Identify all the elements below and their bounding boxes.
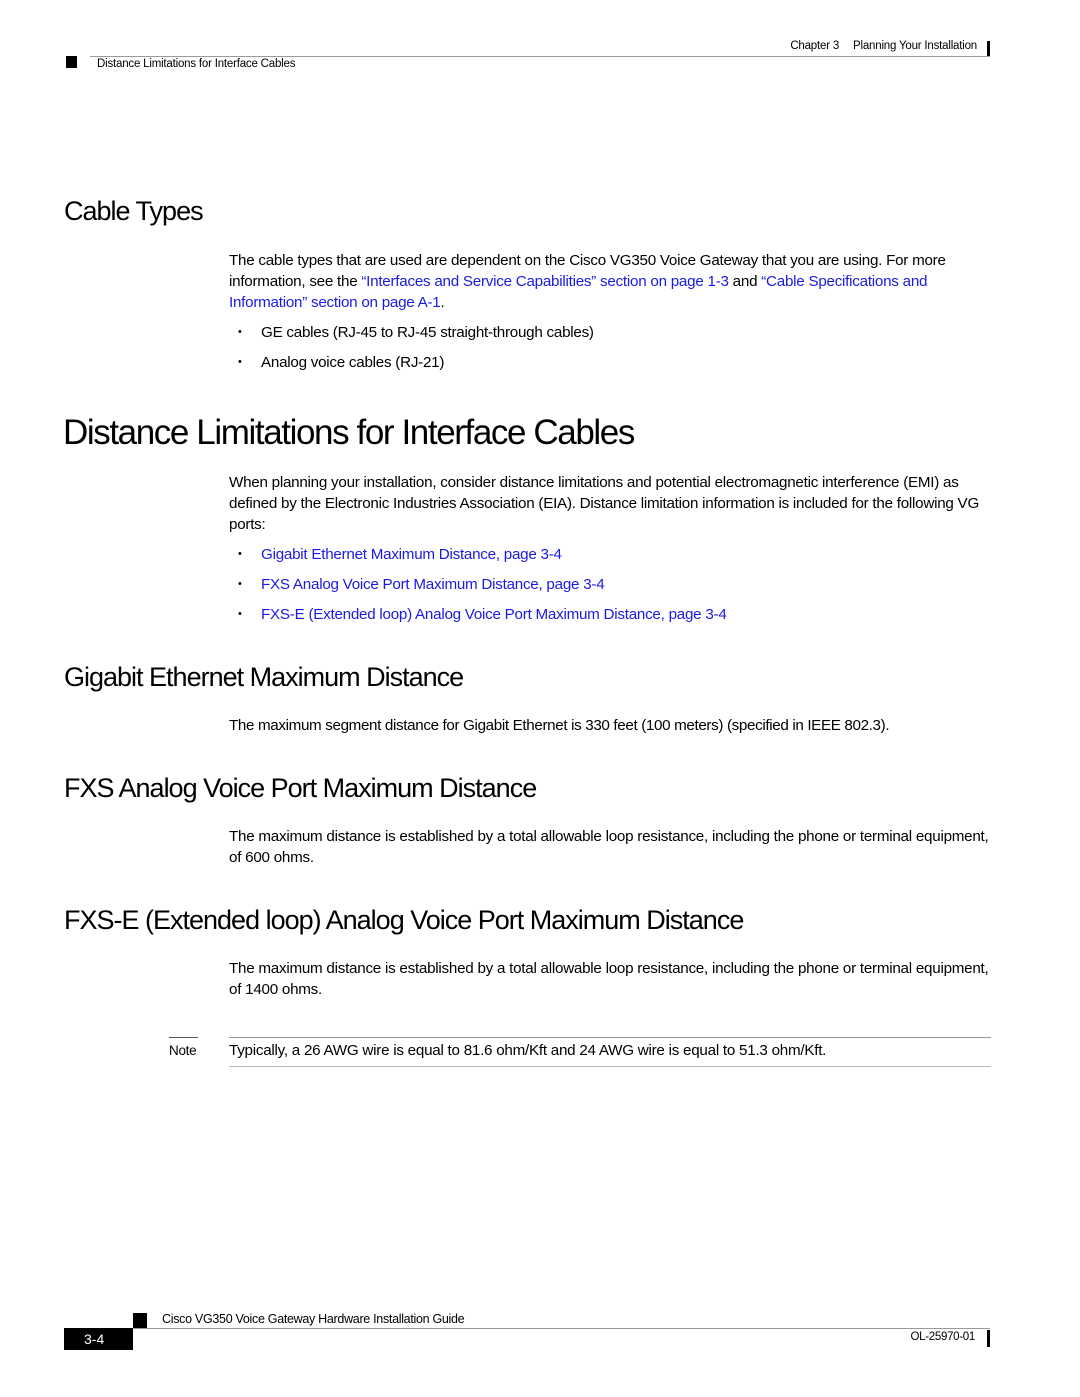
note-rule-top <box>229 1037 991 1038</box>
note-rule-bottom <box>229 1066 991 1067</box>
gigabit-ethernet-paragraph: The maximum segment distance for Gigabit… <box>229 717 890 734</box>
footer-guide-title: Cisco VG350 Voice Gateway Hardware Insta… <box>162 1312 465 1326</box>
heading-gigabit-ethernet: Gigabit Ethernet Maximum Distance <box>64 662 464 692</box>
bullet-icon: • <box>238 608 242 620</box>
note-text: Typically, a 26 AWG wire is equal to 81.… <box>229 1042 827 1059</box>
distance-paragraph: When planning your installation, conside… <box>229 474 980 533</box>
chapter-title: Planning Your Installation <box>853 40 977 52</box>
list-item: • Analog voice cables (RJ-21) <box>238 354 445 371</box>
link-fxs-e-distance[interactable]: FXS-E (Extended loop) Analog Voice Port … <box>261 606 727 623</box>
heading-cable-types: Cable Types <box>64 196 204 226</box>
footer-square-marker <box>133 1313 147 1328</box>
fxs-e-paragraph: The maximum distance is established by a… <box>229 960 989 998</box>
note-label: Note <box>169 1043 197 1058</box>
bullet-icon: • <box>238 578 242 590</box>
fxs-paragraph: The maximum distance is established by a… <box>229 828 989 866</box>
bullet-icon: • <box>238 548 242 560</box>
bullet-icon: • <box>238 326 242 338</box>
cable-types-list: • GE cables (RJ-45 to RJ-45 straight-thro… <box>229 322 999 382</box>
footer-rule <box>133 1328 990 1329</box>
list-item: • FXS Analog Voice Port Maximum Distance,… <box>229 574 999 604</box>
list-item: • FXS-E (Extended loop) Analog Voice Port… <box>229 604 999 634</box>
running-header-section: Distance Limitations for Interface Cable… <box>97 58 296 70</box>
header-square-marker <box>66 56 77 68</box>
note-rule-short <box>169 1037 198 1038</box>
heading-distance-limitations: Distance Limitations for Interface Cable… <box>63 413 635 452</box>
list-item: • Gigabit Ethernet Maximum Distance, page… <box>229 544 999 574</box>
list-item: • GE cables (RJ-45 to RJ-45 straight-thro… <box>238 324 594 341</box>
running-header-chapter: Chapter 3 Planning Your Installation <box>0 40 977 52</box>
footer-bar-marker <box>987 1330 990 1347</box>
bullet-icon: • <box>238 356 242 368</box>
link-interfaces-service-capabilities[interactable]: “Interfaces and Service Capabilities” se… <box>361 273 729 290</box>
link-gigabit-ethernet-distance[interactable]: Gigabit Ethernet Maximum Distance, page … <box>261 546 562 563</box>
header-bar-marker <box>987 41 990 57</box>
header-rule <box>90 56 990 57</box>
chapter-number: Chapter 3 <box>790 40 840 52</box>
heading-fxs: FXS Analog Voice Port Maximum Distance <box>64 773 537 803</box>
distance-links-list: • Gigabit Ethernet Maximum Distance, page… <box>229 544 999 634</box>
cable-types-paragraph: The cable types that are used are depend… <box>229 252 946 311</box>
footer-doc-number: OL-25970-01 <box>910 1331 976 1343</box>
link-fxs-distance[interactable]: FXS Analog Voice Port Maximum Distance, … <box>261 576 605 593</box>
heading-fxs-e: FXS-E (Extended loop) Analog Voice Port … <box>64 905 744 935</box>
